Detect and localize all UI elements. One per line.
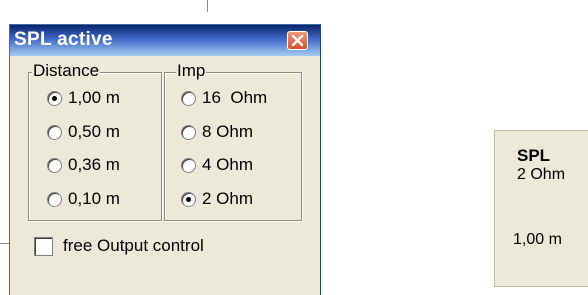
distance-group: Distance 1,00 m 0,50 m 0,36 m 0,10 m (28, 61, 162, 221)
radio-button[interactable] (181, 90, 196, 106)
radio-button[interactable] (181, 124, 196, 140)
radio-button[interactable] (47, 124, 62, 140)
close-icon (291, 34, 304, 47)
spl-panel-impedance: 2 Ohm (517, 166, 566, 183)
close-button[interactable] (287, 31, 308, 50)
radio-label: 4 Ohm (202, 155, 254, 174)
spl-panel-title: SPL (517, 146, 551, 165)
free-output-control[interactable]: free Output control (34, 236, 204, 256)
impedance-option-16[interactable]: 16 Ohm (181, 87, 267, 109)
spl-status-panel: SPL 2 Ohm 1,00 m (494, 130, 588, 287)
free-output-label: free Output control (63, 236, 204, 255)
distance-legend: Distance (32, 61, 101, 80)
radio-label: 0,10 m (68, 189, 120, 208)
impedance-option-8[interactable]: 8 Ohm (181, 121, 253, 143)
guide-line-top (207, 0, 208, 12)
distance-option-2[interactable]: 0,50 m (47, 121, 120, 143)
title-bar[interactable]: SPL active (10, 25, 320, 56)
impedance-group: Imp 16 Ohm 8 Ohm 4 Ohm 2 Ohm (164, 61, 302, 221)
radio-label: 1,00 m (68, 88, 120, 107)
window-title: SPL active (14, 29, 113, 50)
impedance-option-4[interactable]: 4 Ohm (181, 154, 253, 176)
free-output-checkbox[interactable] (34, 236, 53, 256)
distance-option-1[interactable]: 1,00 m (47, 87, 120, 109)
spl-panel-distance: 1,00 m (513, 231, 562, 248)
radio-label: 16 Ohm (202, 88, 268, 107)
radio-button[interactable] (181, 191, 196, 207)
radio-label: 2 Ohm (202, 189, 254, 208)
impedance-legend: Imp (176, 61, 207, 80)
radio-button[interactable] (47, 191, 62, 207)
radio-button[interactable] (47, 157, 62, 173)
distance-option-4[interactable]: 0,10 m (47, 188, 120, 210)
radio-label: 0,36 m (68, 155, 120, 174)
radio-button[interactable] (181, 157, 196, 173)
distance-option-3[interactable]: 0,36 m (47, 154, 120, 176)
radio-label: 8 Ohm (202, 122, 254, 141)
impedance-option-2[interactable]: 2 Ohm (181, 188, 253, 210)
radio-button[interactable] (47, 90, 62, 106)
radio-selected-dot (186, 196, 191, 202)
radio-selected-dot (52, 95, 57, 101)
radio-label: 0,50 m (68, 122, 120, 141)
spl-active-window: SPL active Distance 1,00 m 0,50 m 0,36 m… (9, 24, 321, 295)
